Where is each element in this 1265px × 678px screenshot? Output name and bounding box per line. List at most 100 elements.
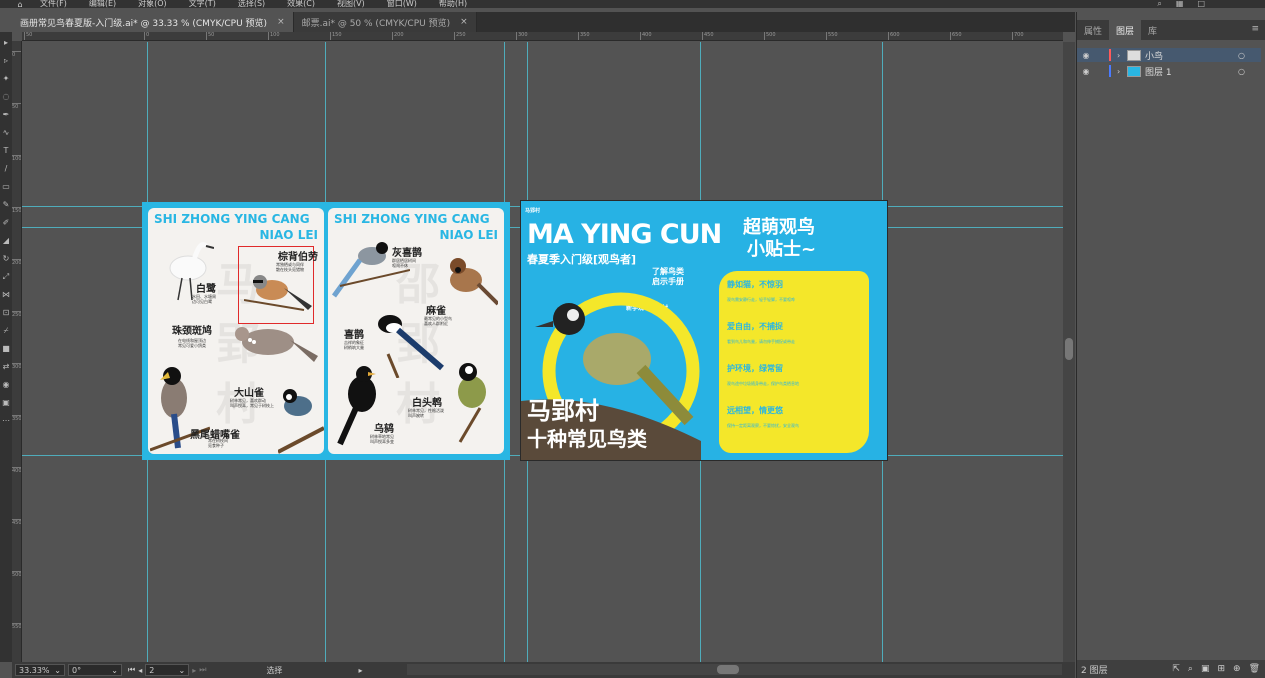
tab-properties[interactable]: 属性 xyxy=(1077,20,1109,40)
clipping-mask-icon[interactable]: ▣ xyxy=(1201,664,1210,674)
expand-chevron-icon[interactable]: › xyxy=(1117,67,1127,76)
prev-page-icon[interactable]: ◂ xyxy=(138,666,142,675)
pen-tool-icon[interactable]: ✒ xyxy=(1,110,11,120)
ruler-tick: 200 xyxy=(392,32,404,40)
ruler-tick: 300 xyxy=(12,363,22,370)
tab-stamp[interactable]: 邮票.ai* @ 50 % (CMYK/CPU 预览) × xyxy=(293,12,477,32)
tab-brochure[interactable]: 画册常见鸟春夏版-入门级.ai* @ 33.33 % (CMYK/CPU 预览)… xyxy=(12,12,294,32)
rectangle-tool-icon[interactable]: ▭ xyxy=(1,182,11,192)
shrike-illustration xyxy=(244,275,312,311)
tab-libraries[interactable]: 库 xyxy=(1141,20,1164,40)
expand-chevron-icon[interactable]: › xyxy=(1117,51,1127,60)
first-page-icon[interactable]: ⏮ xyxy=(128,665,135,675)
menu-view[interactable]: 视图(V) xyxy=(337,0,365,8)
width-tool-icon[interactable]: ⋈ xyxy=(1,290,11,300)
selection-tool-icon[interactable]: ▸ xyxy=(1,38,11,48)
ruler-tick: 100 xyxy=(12,155,22,162)
type-tool-icon[interactable]: T xyxy=(1,146,11,156)
last-page-icon[interactable]: ⏭ xyxy=(199,665,206,675)
ruler-tick: 550 xyxy=(826,32,838,40)
vertical-ruler[interactable]: 0 50 100 150 200 250 300 350 400 450 500… xyxy=(12,41,22,662)
locate-object-icon[interactable]: ⌕ xyxy=(1188,664,1193,674)
horizontal-scrollbar[interactable] xyxy=(407,664,1062,675)
more-tools-icon[interactable]: ⋯ xyxy=(1,416,11,426)
scale-tool-icon[interactable]: ⤢ xyxy=(1,272,11,282)
zoom-select[interactable]: 33.33% ⌄ xyxy=(15,664,65,676)
artboard-bird-pages[interactable]: SHI ZHONG YING CANG NIAO LEI 马 郢 村 白鹭 水田… xyxy=(142,202,510,460)
scrollbar-thumb[interactable] xyxy=(717,665,739,674)
line-tool-icon[interactable]: / xyxy=(1,164,11,174)
cover-village-name: 马郢村 xyxy=(527,397,599,425)
panel-tabs: 属性 图层 库 xyxy=(1077,20,1265,40)
tip-text: 观鸟途中垃圾随身带走，保护鸟类栖息地 xyxy=(727,381,799,386)
bird-note: 在电线和屋顶边 常见可爱小鸽类 xyxy=(178,338,206,348)
swap-colors-icon[interactable]: ⇄ xyxy=(1,362,11,372)
lasso-tool-icon[interactable]: ◌ xyxy=(1,92,11,102)
curvature-tool-icon[interactable]: ∿ xyxy=(1,128,11,138)
panel-menu-icon[interactable]: ≡ xyxy=(1251,24,1259,34)
tab-label: 画册常见鸟春夏版-入门级.ai* @ 33.33 % (CMYK/CPU 预览) xyxy=(20,18,268,29)
export-icon[interactable]: ⇱ xyxy=(1172,664,1180,674)
vertical-scrollbar[interactable] xyxy=(1063,42,1075,662)
close-icon[interactable]: × xyxy=(277,17,285,27)
shaper-tool-icon[interactable]: ✐ xyxy=(1,218,11,228)
layer-count: 2 图层 xyxy=(1081,665,1108,676)
home-icon[interactable]: ⌂ xyxy=(0,0,40,8)
next-page-icon[interactable]: ▸ xyxy=(192,666,196,675)
menu-file[interactable]: 文件(F) xyxy=(40,0,67,8)
visibility-eye-icon[interactable]: ◉ xyxy=(1077,51,1095,60)
workspace-icon[interactable]: ▦ xyxy=(1176,0,1184,8)
menu-type[interactable]: 文字(T) xyxy=(189,0,216,8)
bird-note: 吉祥的象征 树梢筑大巢 xyxy=(344,340,364,350)
chevron-down-icon: ⌄ xyxy=(54,665,61,675)
tip-text: 观鸟需安静行走，轻手轻脚，不要喧哗 xyxy=(727,297,795,302)
layer-row-layer1[interactable]: ◉ › 图层 1 ○ xyxy=(1077,64,1261,78)
status-menu-arrow-icon[interactable]: ▸ xyxy=(358,666,362,675)
close-icon[interactable]: × xyxy=(460,17,468,27)
window-icon[interactable]: □ xyxy=(1197,0,1205,8)
target-circle-icon[interactable]: ○ xyxy=(1238,67,1245,76)
trash-icon[interactable]: 🗑 xyxy=(1249,664,1260,674)
new-sublayer-icon[interactable]: ⊞ xyxy=(1217,664,1225,674)
layer-row-bird[interactable]: ◉ › 小鸟 ○ xyxy=(1077,48,1261,62)
layer-name[interactable]: 图层 1 xyxy=(1145,65,1172,78)
cover-subtitle: 春夏季入门级[观鸟者] xyxy=(527,253,637,266)
menu-window[interactable]: 窗口(W) xyxy=(387,0,417,8)
tab-layers[interactable]: 图层 xyxy=(1109,20,1142,40)
tip-text: 看到鸟儿和鸟巢，请勿伸手捕捉或带走 xyxy=(727,339,795,344)
menu-help[interactable]: 帮助(H) xyxy=(439,0,467,8)
page-heading: SHI ZHONG YING CANG xyxy=(334,212,490,226)
menu-object[interactable]: 对象(O) xyxy=(138,0,167,8)
free-transform-tool-icon[interactable]: ⊡ xyxy=(1,308,11,318)
artboard-cover[interactable]: 马郢村 MA YING CUN 春夏季入门级[观鸟者] 了解鸟类 启示手册 新手… xyxy=(520,200,888,461)
draw-mode-icon[interactable]: ◉ xyxy=(1,380,11,390)
paintbrush-tool-icon[interactable]: ✎ xyxy=(1,200,11,210)
tip-heading: 静如猫，不惊羽 xyxy=(727,280,783,289)
visibility-eye-icon[interactable]: ◉ xyxy=(1077,67,1095,76)
artboard-canvas[interactable]: SHI ZHONG YING CANG NIAO LEI 马 郢 村 白鹭 水田… xyxy=(22,42,1063,662)
scrollbar-thumb[interactable] xyxy=(1065,338,1073,360)
screen-mode-icon[interactable]: ▣ xyxy=(1,398,11,408)
page-select[interactable]: 2 ⌄ xyxy=(145,664,190,676)
menu-edit[interactable]: 编辑(E) xyxy=(89,0,116,8)
tip-text: 保持一定距离观察，不要惊扰，安全观鸟 xyxy=(727,423,799,428)
bird-name: 白鹭 xyxy=(196,284,216,295)
layer-name[interactable]: 小鸟 xyxy=(1145,49,1163,62)
bird-name: 乌鸫 xyxy=(374,424,394,435)
great-tit-illustration xyxy=(278,389,324,454)
menu-select[interactable]: 选择(S) xyxy=(238,0,265,8)
eyedropper-tool-icon[interactable]: ⌿ xyxy=(1,326,11,336)
rotate-select[interactable]: 0° ⌄ xyxy=(68,664,122,676)
eraser-tool-icon[interactable]: ◢ xyxy=(1,236,11,246)
rotate-tool-icon[interactable]: ↻ xyxy=(1,254,11,264)
magic-wand-tool-icon[interactable]: ✦ xyxy=(1,74,11,84)
search-icon[interactable]: ⌕ xyxy=(1157,0,1161,8)
new-layer-icon[interactable]: ⊕ xyxy=(1233,664,1241,674)
ruler-tick: 700 xyxy=(1012,32,1024,40)
direct-selection-tool-icon[interactable]: ▹ xyxy=(1,56,11,66)
target-circle-icon[interactable]: ○ xyxy=(1238,51,1245,60)
menu-effect[interactable]: 效果(C) xyxy=(287,0,315,8)
horizontal-ruler[interactable]: 50 0 50 100 150 200 250 300 350 400 450 … xyxy=(22,32,1063,41)
fill-stroke-icon[interactable]: ■ xyxy=(1,344,11,354)
chinese-bulbul-illustration xyxy=(458,363,486,443)
